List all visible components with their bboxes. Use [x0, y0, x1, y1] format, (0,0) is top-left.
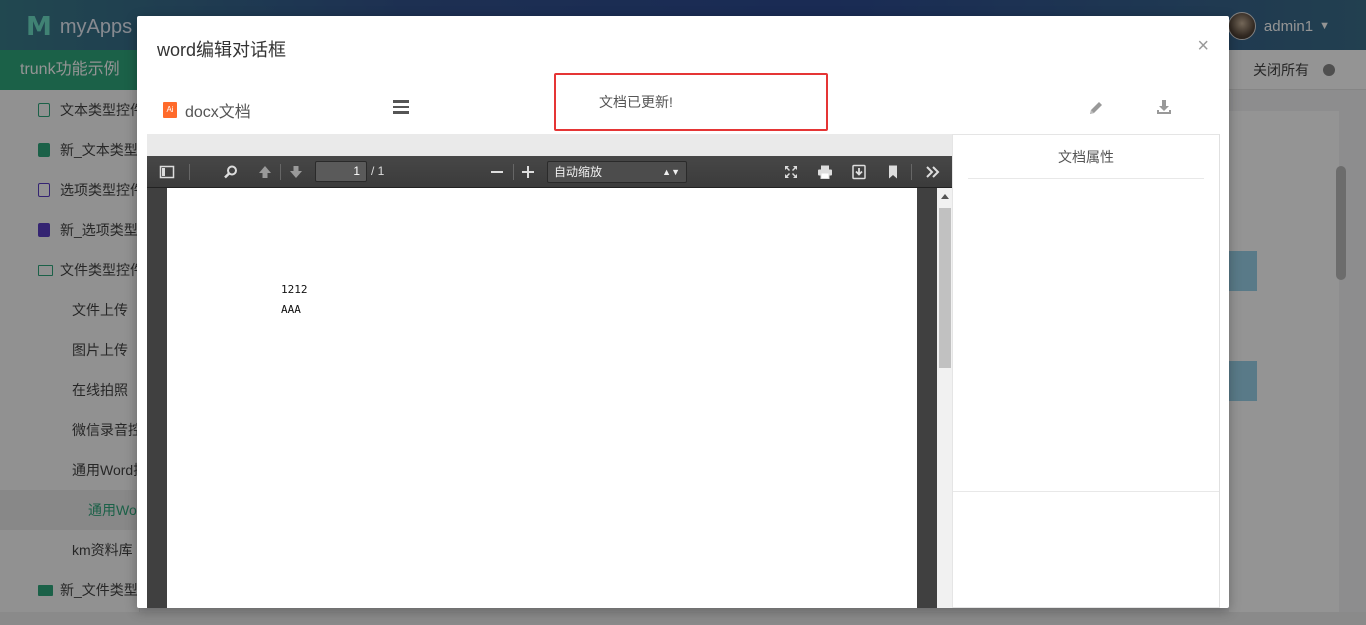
download-icon[interactable]	[1155, 98, 1173, 116]
zoom-in-icon[interactable]	[520, 164, 536, 180]
pencil-icon[interactable]	[1087, 99, 1105, 117]
zoom-value: 自动缩放	[554, 165, 603, 179]
bookmark-icon[interactable]	[885, 164, 901, 180]
document-page: 1212 AAA	[167, 188, 917, 608]
page-total: / 1	[371, 164, 385, 178]
more-tools-icon[interactable]	[925, 164, 941, 180]
document-name: docx文档	[185, 104, 251, 121]
page-text: 1212 AAA	[281, 280, 308, 320]
select-arrows-icon: ▲▼	[662, 167, 680, 177]
print-icon[interactable]	[817, 164, 833, 180]
arrow-up-icon[interactable]	[257, 164, 273, 180]
dialog-title: word编辑对话框	[157, 40, 287, 60]
toolbar-separator	[189, 164, 190, 180]
search-icon[interactable]	[223, 164, 239, 180]
toolbar-separator	[513, 164, 514, 180]
zoom-select[interactable]: 自动缩放 ▲▼	[547, 161, 687, 183]
toolbar-separator	[280, 164, 281, 180]
pdf-toolbar: 1 / 1 自动缩放 ▲▼	[147, 156, 953, 188]
save-download-icon[interactable]	[851, 164, 867, 180]
arrow-down-icon[interactable]	[288, 164, 304, 180]
page-area: 1212 AAA	[147, 188, 937, 608]
pdf-viewer: 1 / 1 自动缩放 ▲▼ 1212 AAA	[147, 134, 953, 608]
menu-icon[interactable]	[393, 100, 409, 114]
page-line: AAA	[281, 303, 301, 316]
viewer-scrollbar[interactable]	[937, 188, 953, 608]
word-edit-dialog: word编辑对话框 × Ai docx文档 文档已更新! 1 / 1 自动缩放 ▲…	[137, 16, 1229, 608]
document-file-icon: Ai	[163, 102, 177, 118]
properties-title: 文档属性	[968, 135, 1204, 179]
update-notice: 文档已更新!	[554, 73, 828, 131]
page-line: 1212	[281, 283, 308, 296]
page-number-input[interactable]: 1	[315, 161, 367, 182]
zoom-out-icon[interactable]	[489, 164, 505, 180]
scroll-thumb[interactable]	[939, 208, 951, 368]
fullscreen-icon[interactable]	[783, 164, 799, 180]
close-icon[interactable]: ×	[1197, 36, 1209, 56]
toolbar-separator	[911, 164, 912, 180]
panel-divider	[953, 491, 1219, 492]
document-header: Ai docx文档	[163, 98, 251, 122]
properties-panel: 文档属性	[952, 134, 1220, 608]
viewer-top-strip	[147, 134, 953, 156]
sidebar-toggle-icon[interactable]	[159, 164, 175, 180]
scroll-up-icon[interactable]	[941, 194, 949, 199]
